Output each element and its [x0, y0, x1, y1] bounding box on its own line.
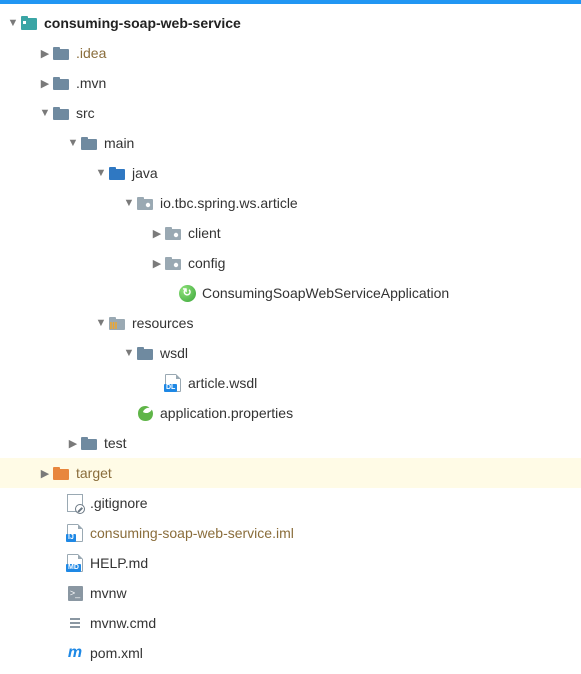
folder-icon [52, 44, 70, 62]
chevron-down-icon[interactable]: ▼ [6, 17, 20, 29]
chevron-down-icon[interactable]: ▼ [122, 347, 136, 359]
tree-row-src[interactable]: ▼ src [0, 98, 581, 128]
tree-row-main[interactable]: ▼ main [0, 128, 581, 158]
tree-label: article.wsdl [188, 375, 257, 391]
folder-icon [52, 74, 70, 92]
tree-row-help-md[interactable]: ▶ MD HELP.md [0, 548, 581, 578]
source-folder-icon [108, 164, 126, 182]
tree-label: .idea [76, 45, 106, 61]
tree-label: test [104, 435, 127, 451]
tree-label: consuming-soap-web-service.iml [90, 525, 294, 541]
chevron-down-icon[interactable]: ▼ [122, 197, 136, 209]
maven-file-icon: m [66, 644, 84, 662]
folder-icon [80, 134, 98, 152]
tree-row-pom[interactable]: ▶ m pom.xml [0, 638, 581, 668]
chevron-down-icon[interactable]: ▼ [94, 317, 108, 329]
tree-row-article-wsdl[interactable]: ▶ DL article.wsdl [0, 368, 581, 398]
tree-row-java[interactable]: ▼ java [0, 158, 581, 188]
tree-row-mvnw[interactable]: ▶ >_ mvnw [0, 578, 581, 608]
tree-row-app-props[interactable]: ▶ application.properties [0, 398, 581, 428]
tree-label: client [188, 225, 221, 241]
tree-row-mvnw-cmd[interactable]: ▶ mvnw.cmd [0, 608, 581, 638]
tree-label: resources [132, 315, 193, 331]
tree-row-config[interactable]: ▶ config [0, 248, 581, 278]
tree-label: java [132, 165, 158, 181]
tree-label: io.tbc.spring.ws.article [160, 195, 298, 211]
excluded-folder-icon [52, 464, 70, 482]
project-tree: ▼ consuming-soap-web-service ▶ .idea ▶ .… [0, 4, 581, 674]
tree-label: mvnw [90, 585, 127, 601]
package-icon [136, 194, 154, 212]
tree-label: src [76, 105, 95, 121]
tree-label: .gitignore [90, 495, 148, 511]
module-icon [20, 14, 38, 32]
folder-icon [52, 104, 70, 122]
tree-row-app-class[interactable]: ▶ ConsumingSoapWebServiceApplication [0, 278, 581, 308]
tree-label: wsdl [160, 345, 188, 361]
tree-label: mvnw.cmd [90, 615, 156, 631]
tree-row-client[interactable]: ▶ client [0, 218, 581, 248]
tree-row-test[interactable]: ▶ test [0, 428, 581, 458]
folder-icon [136, 344, 154, 362]
tree-row-target[interactable]: ▶ target [0, 458, 581, 488]
tree-label: pom.xml [90, 645, 143, 661]
shell-file-icon: >_ [66, 584, 84, 602]
chevron-right-icon[interactable]: ▶ [150, 227, 164, 240]
spring-config-icon [136, 404, 154, 422]
tree-label: main [104, 135, 134, 151]
tree-label: .mvn [76, 75, 106, 91]
iml-file-icon: IJ [66, 524, 84, 542]
chevron-right-icon[interactable]: ▶ [66, 437, 80, 450]
gitignore-file-icon [66, 494, 84, 512]
tree-row-wsdl[interactable]: ▼ wsdl [0, 338, 581, 368]
tree-row-resources[interactable]: ▼ resources [0, 308, 581, 338]
package-icon [164, 254, 182, 272]
tree-label: consuming-soap-web-service [44, 15, 241, 31]
tree-row-project-root[interactable]: ▼ consuming-soap-web-service [0, 8, 581, 38]
chevron-right-icon[interactable]: ▶ [150, 257, 164, 270]
spring-run-icon [178, 284, 196, 302]
chevron-down-icon[interactable]: ▼ [66, 137, 80, 149]
chevron-right-icon[interactable]: ▶ [38, 47, 52, 60]
tree-row-mvn[interactable]: ▶ .mvn [0, 68, 581, 98]
markdown-file-icon: MD [66, 554, 84, 572]
package-icon [164, 224, 182, 242]
tree-label: application.properties [160, 405, 293, 421]
tree-label: config [188, 255, 225, 271]
tree-row-gitignore[interactable]: ▶ .gitignore [0, 488, 581, 518]
folder-icon [80, 434, 98, 452]
resources-folder-icon [108, 314, 126, 332]
chevron-right-icon[interactable]: ▶ [38, 77, 52, 90]
tree-row-idea[interactable]: ▶ .idea [0, 38, 581, 68]
tree-label: ConsumingSoapWebServiceApplication [202, 285, 449, 301]
chevron-down-icon[interactable]: ▼ [38, 107, 52, 119]
wsdl-file-icon: DL [164, 374, 182, 392]
chevron-down-icon[interactable]: ▼ [94, 167, 108, 179]
text-file-icon [66, 614, 84, 632]
chevron-right-icon[interactable]: ▶ [38, 467, 52, 480]
tree-row-iml[interactable]: ▶ IJ consuming-soap-web-service.iml [0, 518, 581, 548]
tree-label: target [76, 465, 112, 481]
tree-label: HELP.md [90, 555, 148, 571]
tree-row-package[interactable]: ▼ io.tbc.spring.ws.article [0, 188, 581, 218]
